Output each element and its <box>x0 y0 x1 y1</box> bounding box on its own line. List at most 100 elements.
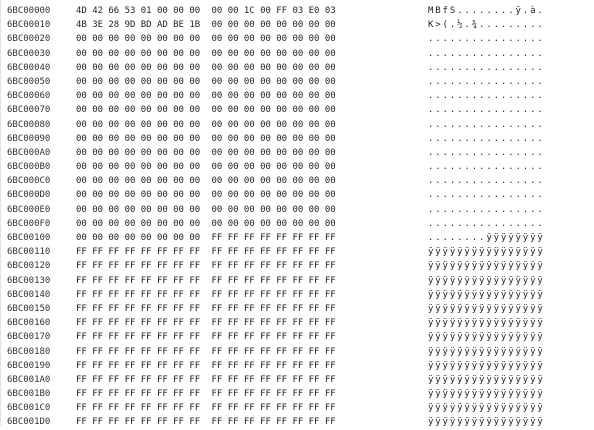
hex-byte[interactable]: FF <box>173 401 189 415</box>
hex-byte[interactable]: FF <box>76 302 92 316</box>
hex-byte[interactable]: 00 <box>276 188 292 202</box>
hex-byte[interactable]: 00 <box>260 47 276 61</box>
hex-byte[interactable]: 00 <box>212 174 228 188</box>
hex-byte[interactable]: FF <box>76 401 92 415</box>
hex-byte[interactable]: 00 <box>141 32 157 46</box>
hex-byte[interactable]: 00 <box>309 47 325 61</box>
hex-byte[interactable]: 00 <box>276 32 292 46</box>
hex-byte[interactable]: 00 <box>125 174 141 188</box>
hex-byte[interactable]: 00 <box>260 75 276 89</box>
hex-byte[interactable]: 00 <box>141 231 157 245</box>
hex-byte[interactable]: FF <box>157 316 173 330</box>
hex-byte[interactable]: FF <box>244 231 260 245</box>
hex-byte[interactable]: FF <box>276 259 292 273</box>
hex-byte[interactable]: 00 <box>276 75 292 89</box>
hex-byte[interactable]: 00 <box>76 47 92 61</box>
hex-byte[interactable]: 00 <box>212 18 228 32</box>
hex-byte[interactable]: FF <box>108 330 124 344</box>
row-ascii-text[interactable]: ................ <box>427 61 544 75</box>
hex-row[interactable]: 6BC001C0 FF FF FF FF FF FF FF FF FF FF FF FF FF FF FF FF… <box>0 401 594 415</box>
hex-byte[interactable]: FF <box>292 373 308 387</box>
hex-byte[interactable]: FF <box>260 401 276 415</box>
hex-byte[interactable]: 00 <box>309 146 325 160</box>
hex-byte[interactable]: FF <box>292 259 308 273</box>
hex-byte[interactable]: 00 <box>325 61 341 75</box>
hex-byte[interactable]: FF <box>276 4 292 18</box>
hex-byte[interactable]: 00 <box>325 32 341 46</box>
hex-byte[interactable]: 00 <box>157 132 173 146</box>
row-ascii-text[interactable]: ÿÿÿÿÿÿÿÿÿÿÿÿÿÿÿÿ <box>427 245 544 259</box>
hex-byte[interactable]: 00 <box>228 61 244 75</box>
hex-byte[interactable]: FF <box>189 345 205 359</box>
hex-byte[interactable]: 00 <box>76 203 92 217</box>
hex-byte[interactable]: FF <box>76 359 92 373</box>
hex-byte[interactable]: 00 <box>228 160 244 174</box>
hex-byte[interactable]: 00 <box>228 132 244 146</box>
hex-byte[interactable]: FF <box>141 345 157 359</box>
hex-byte[interactable]: 00 <box>212 89 228 103</box>
hex-byte[interactable]: FF <box>108 316 124 330</box>
hex-byte[interactable]: FF <box>173 245 189 259</box>
hex-byte[interactable]: 00 <box>244 217 260 231</box>
hex-byte[interactable]: FF <box>108 245 124 259</box>
hex-byte[interactable]: FF <box>244 345 260 359</box>
hex-byte[interactable]: 00 <box>141 132 157 146</box>
hex-byte[interactable]: FF <box>173 345 189 359</box>
hex-byte[interactable]: FF <box>76 330 92 344</box>
hex-byte[interactable]: 00 <box>157 160 173 174</box>
hex-byte[interactable]: FF <box>189 316 205 330</box>
row-ascii-text[interactable]: ÿÿÿÿÿÿÿÿÿÿÿÿÿÿÿÿ <box>427 274 544 288</box>
hex-byte[interactable]: FF <box>276 245 292 259</box>
hex-byte[interactable]: FF <box>189 387 205 401</box>
hex-byte[interactable]: 00 <box>125 89 141 103</box>
hex-byte[interactable]: FF <box>76 274 92 288</box>
hex-byte[interactable]: 00 <box>76 160 92 174</box>
hex-byte[interactable]: FF <box>92 387 108 401</box>
hex-row[interactable]: 6BC00140 FF FF FF FF FF FF FF FF FF FF FF FF FF FF FF FF… <box>0 288 594 302</box>
hex-byte[interactable]: 00 <box>92 103 108 117</box>
hex-byte[interactable]: 00 <box>157 188 173 202</box>
hex-byte[interactable]: FF <box>92 259 108 273</box>
hex-byte[interactable]: 00 <box>141 75 157 89</box>
row-ascii-text[interactable]: ÿÿÿÿÿÿÿÿÿÿÿÿÿÿÿÿ <box>427 316 544 330</box>
hex-byte[interactable]: 00 <box>292 89 308 103</box>
hex-byte[interactable]: 00 <box>244 75 260 89</box>
hex-byte[interactable]: 00 <box>108 203 124 217</box>
hex-byte[interactable]: 00 <box>157 231 173 245</box>
hex-byte[interactable]: FF <box>228 373 244 387</box>
hex-byte[interactable]: FF <box>173 259 189 273</box>
hex-byte[interactable]: 03 <box>325 4 341 18</box>
hex-byte[interactable]: FF <box>212 359 228 373</box>
hex-byte[interactable]: 4B <box>76 18 92 32</box>
hex-byte[interactable]: FF <box>325 302 341 316</box>
hex-byte[interactable]: 00 <box>92 32 108 46</box>
hex-byte[interactable]: FF <box>157 415 173 429</box>
hex-byte[interactable]: FF <box>325 231 341 245</box>
hex-byte[interactable]: 00 <box>212 32 228 46</box>
hex-byte[interactable]: FF <box>76 415 92 429</box>
hex-byte[interactable]: FF <box>228 245 244 259</box>
hex-byte[interactable]: 00 <box>309 217 325 231</box>
hex-byte[interactable]: 00 <box>228 89 244 103</box>
hex-byte[interactable]: FF <box>141 387 157 401</box>
hex-byte[interactable]: 00 <box>276 18 292 32</box>
hex-byte[interactable]: FF <box>309 415 325 429</box>
hex-byte[interactable]: FF <box>325 316 341 330</box>
hex-byte[interactable]: AD <box>157 18 173 32</box>
hex-row[interactable]: 6BC00120 FF FF FF FF FF FF FF FF FF FF FF FF FF FF FF FF… <box>0 259 594 273</box>
hex-byte[interactable]: 00 <box>292 203 308 217</box>
hex-byte[interactable]: 00 <box>76 75 92 89</box>
hex-byte[interactable]: FF <box>189 373 205 387</box>
hex-byte[interactable]: FF <box>244 302 260 316</box>
hex-byte[interactable]: FF <box>292 359 308 373</box>
hex-row[interactable]: 6BC00150 FF FF FF FF FF FF FF FF FF FF FF FF FF FF FF FF… <box>0 302 594 316</box>
hex-byte[interactable]: FF <box>76 345 92 359</box>
hex-byte[interactable]: 00 <box>189 188 205 202</box>
hex-byte[interactable]: 00 <box>228 217 244 231</box>
hex-byte[interactable]: 00 <box>125 47 141 61</box>
hex-byte[interactable]: 00 <box>260 174 276 188</box>
hex-byte[interactable]: FF <box>244 245 260 259</box>
hex-row[interactable]: 6BC00160 FF FF FF FF FF FF FF FF FF FF FF FF FF FF FF FF… <box>0 316 594 330</box>
hex-byte[interactable]: 00 <box>157 4 173 18</box>
hex-byte[interactable]: 00 <box>92 188 108 202</box>
